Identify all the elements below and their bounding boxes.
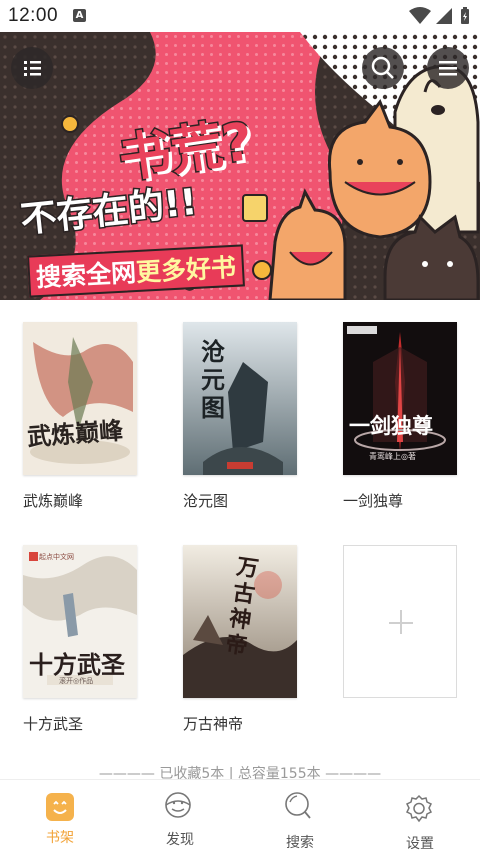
cover-title-text: 武炼巅峰 [26, 415, 125, 452]
book-title: 十方武圣 [23, 715, 84, 733]
banner-search-button[interactable] [362, 47, 404, 89]
battery-icon [461, 7, 469, 24]
discover-icon [165, 792, 191, 818]
hamburger-menu-icon [439, 61, 457, 76]
search-icon [285, 792, 311, 819]
book-cover[interactable]: 武炼巅峰 [23, 322, 137, 475]
nav-label: 设置 [406, 836, 434, 852]
cover-brand-text: 起点中文网 [39, 553, 74, 561]
cover-author-text: 滚开◎作品 [59, 677, 94, 685]
nav-label: 书架 [46, 830, 74, 846]
search-icon [371, 56, 394, 79]
book-cover[interactable]: 一剑独尊 青鸾峰上◎著 [343, 322, 457, 475]
app-screen: 12:00 A 书荒? 不存在的!! 搜索全网更多好书 武炼巅峰 武炼巅峰 沧元… [0, 0, 480, 853]
book-cover[interactable]: 万古神帝 [183, 545, 297, 698]
status-bar: 12:00 A [0, 0, 480, 32]
book-item[interactable]: 武炼巅峰 武炼巅峰 [23, 322, 137, 511]
book-title: 沧元图 [183, 492, 229, 510]
nav-label: 搜索 [286, 835, 314, 851]
cover-title-text: 一剑独尊 [349, 413, 433, 438]
book-cover[interactable]: 起点中文网 十方武圣 滚开◎作品 [23, 545, 137, 698]
book-title: 一剑独尊 [343, 492, 404, 510]
cover-title-text: 十方武圣 [29, 650, 125, 679]
menu-list-button[interactable] [11, 47, 53, 89]
promo-banner[interactable]: 书荒? 不存在的!! 搜索全网更多好书 [0, 32, 480, 300]
signal-icon [436, 8, 452, 24]
cover-title-text: 沧元图 [201, 337, 225, 422]
wifi-icon [409, 7, 431, 24]
book-item[interactable]: 一剑独尊 青鸾峰上◎著 一剑独尊 [343, 322, 457, 511]
nav-tab-discover[interactable]: 发现 [120, 780, 240, 853]
nav-tab-bookshelf[interactable]: 书架 [0, 780, 120, 853]
notification-a-icon: A [73, 9, 86, 22]
book-title: 万古神帝 [183, 715, 244, 733]
settings-gear-icon [405, 794, 433, 823]
plus-icon-vertical [400, 610, 402, 634]
banner-more-button[interactable] [427, 47, 469, 89]
bookshelf-icon [46, 793, 74, 821]
cover-author-text: 青鸾峰上◎著 [369, 452, 416, 461]
bottom-nav: 书架 发现 搜索 设置 [0, 779, 480, 853]
status-time: 12:00 [8, 5, 59, 26]
banner-tagline-part2: 更多好书 [135, 252, 237, 287]
book-item[interactable]: 沧元图 沧元图 [183, 322, 297, 511]
nav-label: 发现 [166, 832, 194, 848]
list-menu-icon [24, 61, 41, 76]
nav-tab-settings[interactable]: 设置 [360, 780, 480, 853]
banner-tagline-part1: 搜索全网 [35, 258, 137, 293]
book-item[interactable]: 起点中文网 十方武圣 滚开◎作品 十方武圣 [23, 545, 137, 734]
book-cover[interactable]: 沧元图 [183, 322, 297, 475]
book-title: 武炼巅峰 [23, 492, 84, 510]
book-item[interactable]: 万古神帝 万古神帝 [183, 545, 297, 734]
add-book-button[interactable] [343, 545, 457, 698]
nav-tab-search[interactable]: 搜索 [240, 780, 360, 853]
status-icons [409, 7, 471, 25]
